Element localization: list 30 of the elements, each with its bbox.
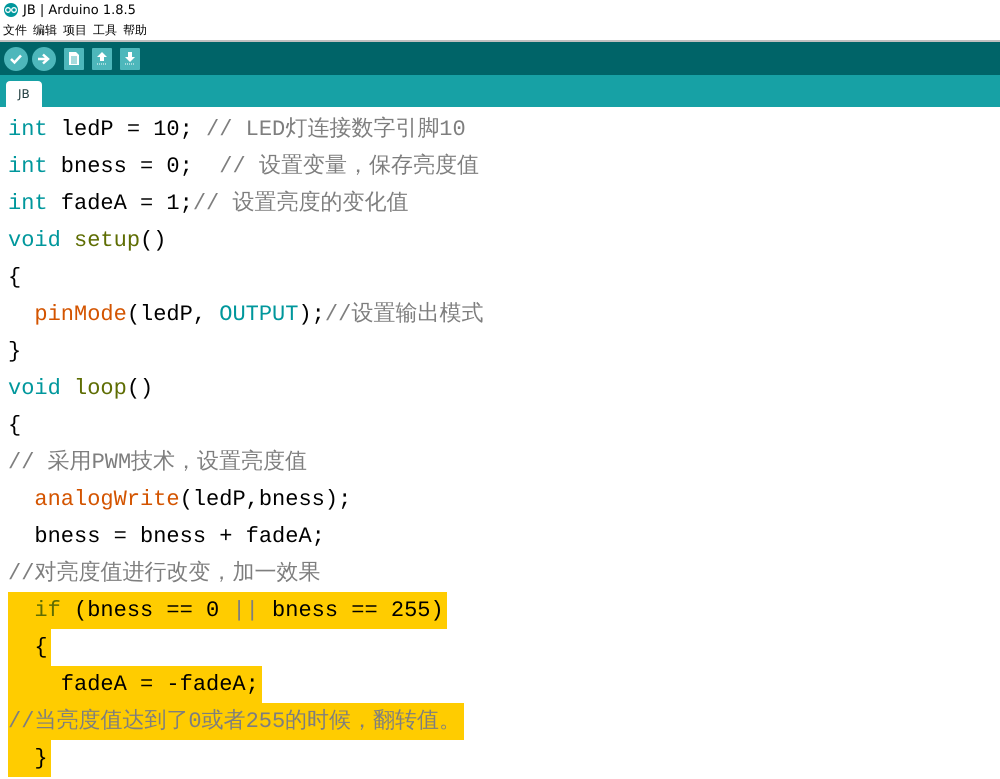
code-line: // 采用PWM技术，设置亮度值 bbox=[8, 448, 308, 477]
arrow-up-icon bbox=[95, 51, 109, 66]
code-line: int fadeA = 1;// 设置亮度的变化值 bbox=[8, 189, 408, 218]
code-line: bness = bness + fadeA; bbox=[33, 523, 325, 551]
document-icon bbox=[68, 51, 80, 66]
arrow-down-icon bbox=[123, 51, 137, 66]
code-line: int bness = 0; // 设置变量，保存亮度值 bbox=[8, 152, 479, 181]
menu-item[interactable]: 文件 bbox=[3, 22, 27, 38]
arrow-right-icon bbox=[37, 52, 51, 64]
code-line: { bbox=[8, 264, 22, 292]
tab[interactable]: JB bbox=[6, 81, 42, 107]
code-line: void loop() bbox=[8, 375, 154, 403]
open-button[interactable] bbox=[92, 48, 112, 70]
code-line: //对亮度值进行改变，加一效果 bbox=[8, 559, 320, 588]
window-title: JB | Arduino 1.8.5 bbox=[23, 2, 136, 18]
menu-item[interactable]: 编辑 bbox=[33, 22, 57, 38]
app-logo-icon bbox=[3, 3, 19, 17]
code-line: analogWrite(ledP,bness); bbox=[33, 486, 352, 514]
upload-button[interactable] bbox=[32, 46, 56, 70]
code-line: int ledP = 10; // LED灯连接数字引脚10 bbox=[8, 115, 466, 144]
menu-item[interactable]: 项目 bbox=[63, 22, 87, 38]
code-line: pinMode(ledP, OUTPUT);//设置输出模式 bbox=[33, 300, 484, 329]
code-line: } bbox=[8, 338, 22, 366]
new-button[interactable] bbox=[64, 48, 84, 70]
verify-button[interactable] bbox=[4, 46, 28, 70]
menu-item[interactable]: 工具 bbox=[93, 22, 117, 38]
code-line: { bbox=[8, 412, 22, 440]
code-line: void setup() bbox=[8, 227, 166, 255]
save-button[interactable] bbox=[120, 48, 140, 70]
menu-item[interactable]: 帮助 bbox=[123, 22, 147, 38]
